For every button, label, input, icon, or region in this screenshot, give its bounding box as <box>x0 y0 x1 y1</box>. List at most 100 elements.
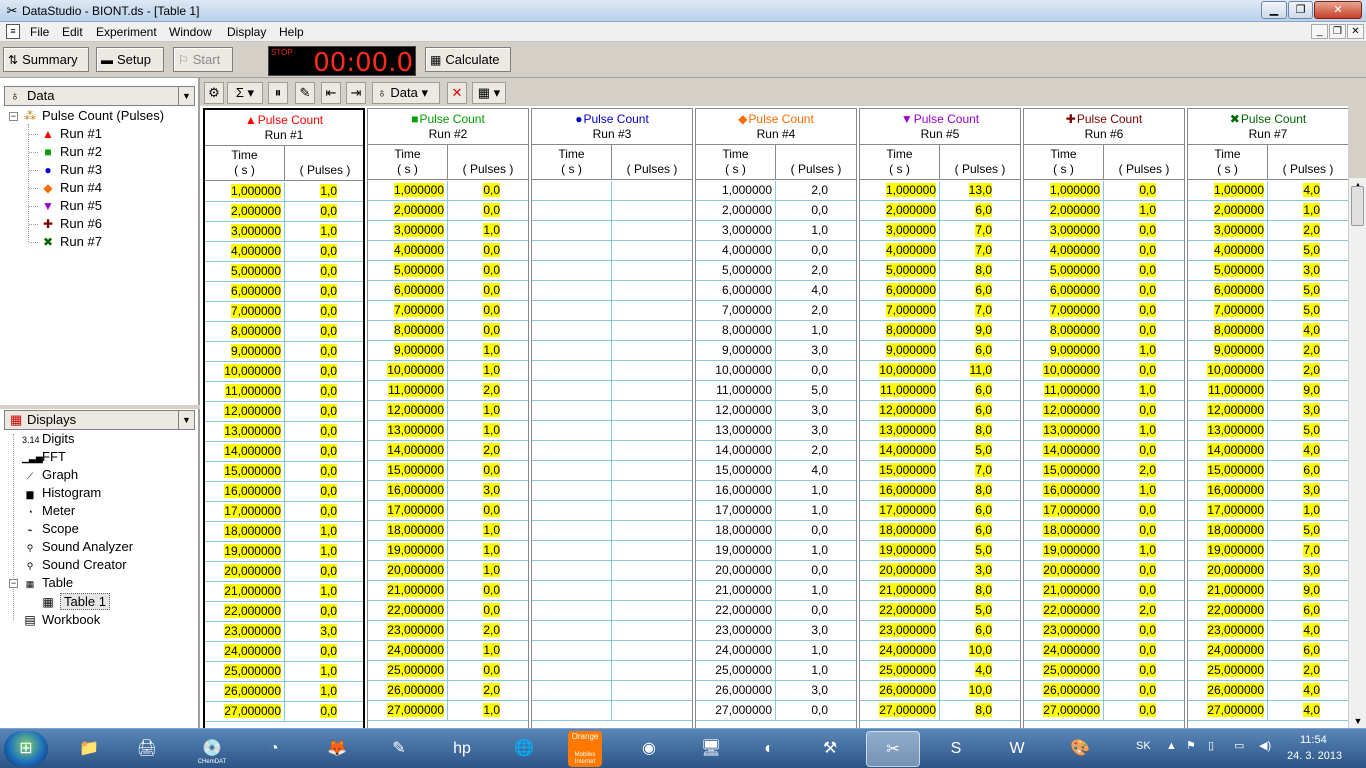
tree-run-1[interactable]: ▲ Run #1 <box>40 125 102 143</box>
table-row[interactable] <box>532 501 692 521</box>
table-row[interactable] <box>532 641 692 661</box>
table-row[interactable]: 9,000000 2,0 <box>1188 341 1348 361</box>
table-row[interactable]: 15,000000 6,0 <box>1188 461 1348 481</box>
table-row[interactable] <box>532 361 692 381</box>
lock-column-button[interactable]: ⏸ <box>268 82 288 104</box>
table-row[interactable] <box>532 481 692 501</box>
table-row[interactable]: 12,000000 3,0 <box>696 401 856 421</box>
table-row[interactable]: 8,000000 0,0 <box>205 322 363 342</box>
table-row[interactable]: 2,000000 6,0 <box>860 201 1020 221</box>
table-row[interactable]: 22,000000 2,0 <box>1024 601 1184 621</box>
table-row[interactable]: 6,000000 4,0 <box>696 281 856 301</box>
table-row[interactable]: 21,000000 0,0 <box>1024 581 1184 601</box>
volume-icon[interactable]: ◀) <box>1259 739 1271 752</box>
table-row[interactable]: 1,000000 4,0 <box>1188 181 1348 201</box>
table-row[interactable]: 24,000000 6,0 <box>1188 641 1348 661</box>
menu-file[interactable]: File <box>30 25 49 39</box>
table-row[interactable]: 19,000000 1,0 <box>368 541 528 561</box>
table-row[interactable]: 22,000000 6,0 <box>1188 601 1348 621</box>
taskbar-firefox-button[interactable]: 🦊 <box>310 731 364 767</box>
table-row[interactable]: 22,000000 0,0 <box>368 601 528 621</box>
restore-button[interactable]: ❐ <box>1288 1 1313 19</box>
tree-display-histogram[interactable]: ▆ Histogram <box>22 484 102 502</box>
taskbar-media-button[interactable]: ◔ <box>247 731 301 767</box>
tree-run-2[interactable]: ■ Run #2 <box>40 143 102 161</box>
table-row[interactable]: 13,000000 3,0 <box>696 421 856 441</box>
statistics-settings-button[interactable]: ⚙ <box>204 82 224 104</box>
run-column-header[interactable]: ■Pulse Count Run #2 <box>368 109 528 145</box>
tree-run-4[interactable]: ◆ Run #4 <box>40 179 102 197</box>
table-row[interactable]: 24,000000 1,0 <box>368 641 528 661</box>
table-row[interactable]: 12,000000 6,0 <box>860 401 1020 421</box>
summary-button[interactable]: ⇅ Summary <box>3 47 89 72</box>
tree-display-digits[interactable]: 3.14 Digits <box>22 430 75 448</box>
table-row[interactable]: 15,000000 2,0 <box>1024 461 1184 481</box>
taskbar-media2-button[interactable]: ◐ <box>742 731 796 767</box>
table-row[interactable]: 13,000000 8,0 <box>860 421 1020 441</box>
tree-run-3[interactable]: ● Run #3 <box>40 161 102 179</box>
table-row[interactable]: 26,000000 0,0 <box>1024 681 1184 701</box>
menu-edit[interactable]: Edit <box>62 25 83 39</box>
table-row[interactable]: 9,000000 1,0 <box>368 341 528 361</box>
tree-run-5[interactable]: ▼ Run #5 <box>40 197 102 215</box>
table-row[interactable]: 5,000000 0,0 <box>1024 261 1184 281</box>
table-row[interactable]: 16,000000 0,0 <box>205 482 363 502</box>
table-row[interactable]: 13,000000 1,0 <box>368 421 528 441</box>
table-row[interactable] <box>532 201 692 221</box>
start-orb-button[interactable]: ⊞ <box>4 731 48 767</box>
table-row[interactable]: 14,000000 0,0 <box>1024 441 1184 461</box>
mdi-minimize-button[interactable]: _ <box>1311 24 1328 39</box>
table-row[interactable] <box>532 601 692 621</box>
table-row[interactable]: 15,000000 0,0 <box>368 461 528 481</box>
run-column-4[interactable]: ◆Pulse Count Run #4 Time( s )( Pulses ) 1,0… <box>695 108 857 728</box>
table-row[interactable] <box>532 521 692 541</box>
table-row[interactable]: 16,000000 8,0 <box>860 481 1020 501</box>
table-row[interactable]: 11,000000 0,0 <box>205 382 363 402</box>
tree-display-graph[interactable]: ⟋ Graph <box>22 466 78 484</box>
table-row[interactable]: 27,000000 0,0 <box>696 701 856 721</box>
table-row[interactable]: 21,000000 8,0 <box>860 581 1020 601</box>
table-row[interactable]: 3,000000 7,0 <box>860 221 1020 241</box>
table-row[interactable]: 1,000000 0,0 <box>1024 181 1184 201</box>
tree-display-sound-analyzer[interactable]: ⚲ Sound Analyzer <box>22 538 133 556</box>
table-row[interactable]: 16,000000 3,0 <box>368 481 528 501</box>
table-row[interactable]: 8,000000 1,0 <box>696 321 856 341</box>
run-column-header[interactable]: ▼Pulse Count Run #5 <box>860 109 1020 145</box>
table-row[interactable]: 18,000000 1,0 <box>205 522 363 542</box>
table-row[interactable]: 23,000000 0,0 <box>1024 621 1184 641</box>
table-row[interactable]: 18,000000 6,0 <box>860 521 1020 541</box>
table-row[interactable]: 12,000000 3,0 <box>1188 401 1348 421</box>
table-row[interactable]: 7,000000 2,0 <box>696 301 856 321</box>
table-row[interactable] <box>532 541 692 561</box>
language-indicator[interactable]: SK <box>1136 740 1151 752</box>
table-row[interactable]: 20,000000 0,0 <box>696 561 856 581</box>
table-row[interactable]: 2,000000 1,0 <box>1024 201 1184 221</box>
table-row[interactable]: 18,000000 0,0 <box>1024 521 1184 541</box>
taskbar-scanner-button[interactable]: 🖨 <box>120 731 174 767</box>
table-row[interactable]: 26,000000 4,0 <box>1188 681 1348 701</box>
show-hidden-icons-arrow[interactable]: ▲ <box>1166 740 1177 752</box>
table-row[interactable]: 3,000000 1,0 <box>205 222 363 242</box>
delete-column-button[interactable]: ✕ <box>447 82 467 104</box>
table-row[interactable]: 17,000000 0,0 <box>205 502 363 522</box>
table-row[interactable] <box>532 301 692 321</box>
table-row[interactable]: 12,000000 0,0 <box>1024 401 1184 421</box>
table-row[interactable] <box>532 281 692 301</box>
menu-help[interactable]: Help <box>279 25 304 39</box>
table-row[interactable]: 20,000000 3,0 <box>860 561 1020 581</box>
table-row[interactable]: 27,000000 1,0 <box>368 701 528 721</box>
run-column-5[interactable]: ▼Pulse Count Run #5 Time( s )( Pulses ) 1,0… <box>859 108 1021 728</box>
table-row[interactable]: 21,000000 1,0 <box>205 582 363 602</box>
taskbar-hp-button[interactable]: hp <box>435 731 489 767</box>
table-row[interactable]: 14,000000 5,0 <box>860 441 1020 461</box>
table-row[interactable]: 16,000000 1,0 <box>1024 481 1184 501</box>
table-row[interactable]: 24,000000 0,0 <box>205 642 363 662</box>
table-row[interactable]: 17,000000 0,0 <box>368 501 528 521</box>
table-row[interactable]: 23,000000 6,0 <box>860 621 1020 641</box>
table-options-button[interactable]: ▦ ▾ <box>472 82 506 104</box>
taskbar-paint-button[interactable]: 🎨 <box>1053 731 1107 767</box>
table-row[interactable]: 8,000000 0,0 <box>368 321 528 341</box>
taskbar-orange-button[interactable]: Orange Mobiles Internet <box>568 731 602 767</box>
table-row[interactable]: 6,000000 0,0 <box>1024 281 1184 301</box>
table-row[interactable]: 15,000000 4,0 <box>696 461 856 481</box>
